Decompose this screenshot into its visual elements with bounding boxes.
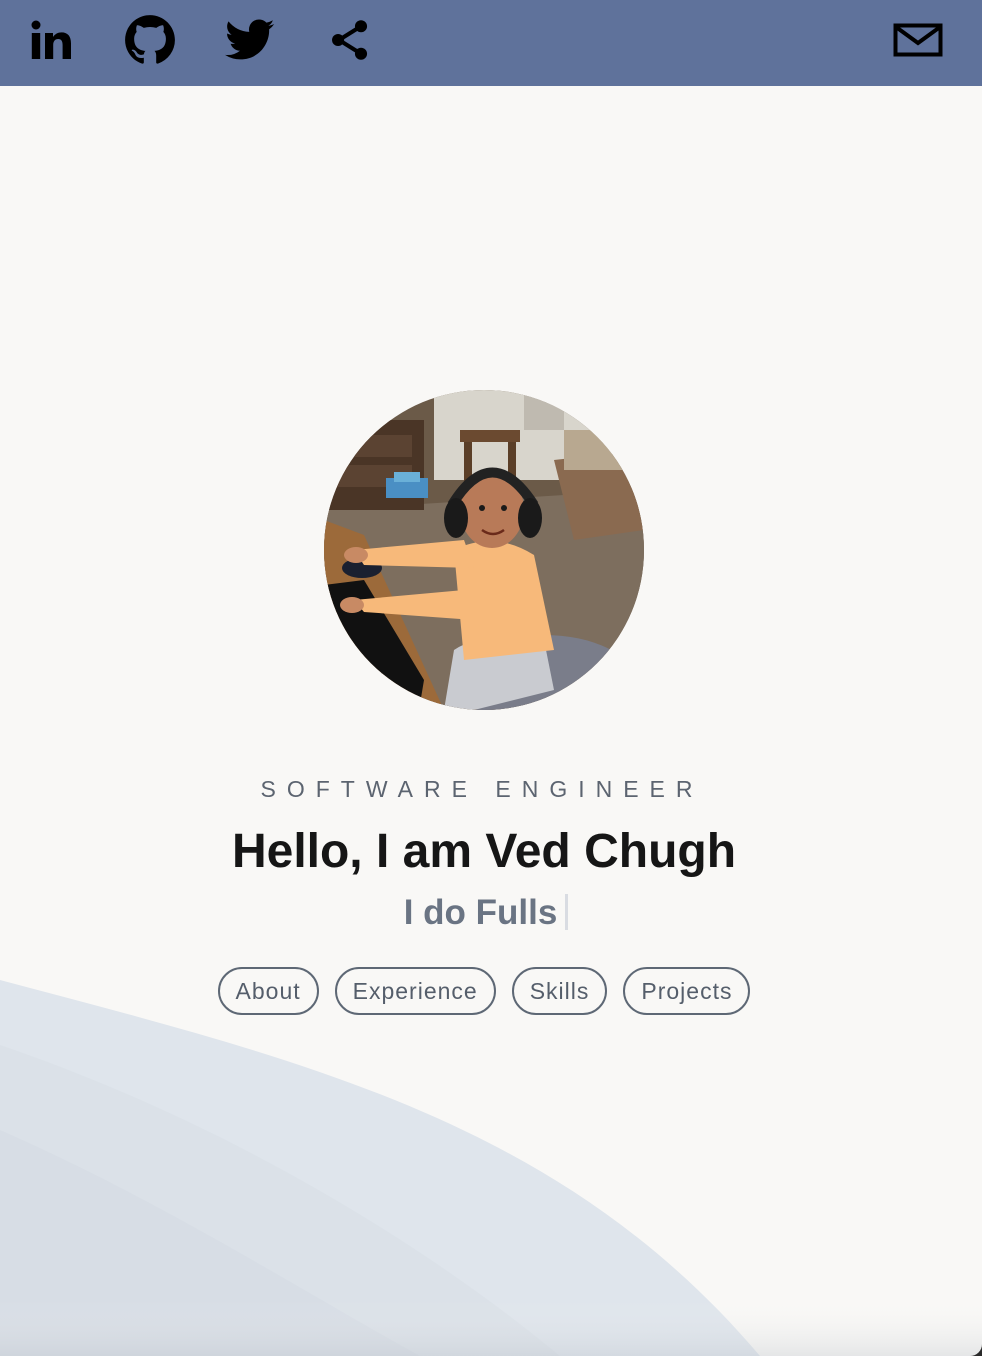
mail-icon[interactable]	[892, 14, 944, 66]
experience-button[interactable]: Experience	[334, 967, 496, 1015]
profile-photo	[324, 390, 644, 710]
typed-text: I do Fulls	[0, 893, 972, 933]
github-icon[interactable]	[124, 14, 176, 66]
typing-cursor	[565, 894, 569, 930]
linkedin-icon[interactable]	[24, 14, 76, 66]
share-icon[interactable]	[324, 14, 376, 66]
twitter-icon[interactable]	[224, 14, 276, 66]
projects-button[interactable]: Projects	[623, 967, 751, 1015]
hero-title: Hello, I am Ved Chugh	[231, 825, 737, 878]
typed-text-value: I do Fulls	[403, 893, 558, 932]
skills-button[interactable]: Skills	[511, 967, 608, 1015]
about-button[interactable]: About	[217, 967, 319, 1015]
hero-subtitle: SOFTWARE ENGINEER	[260, 776, 704, 802]
portfolio-page: SOFTWARE ENGINEER Hello, I am Ved Chugh …	[0, 0, 982, 1356]
header-bar	[0, 0, 982, 86]
section-nav: About Experience Skills Projects	[0, 967, 968, 1015]
